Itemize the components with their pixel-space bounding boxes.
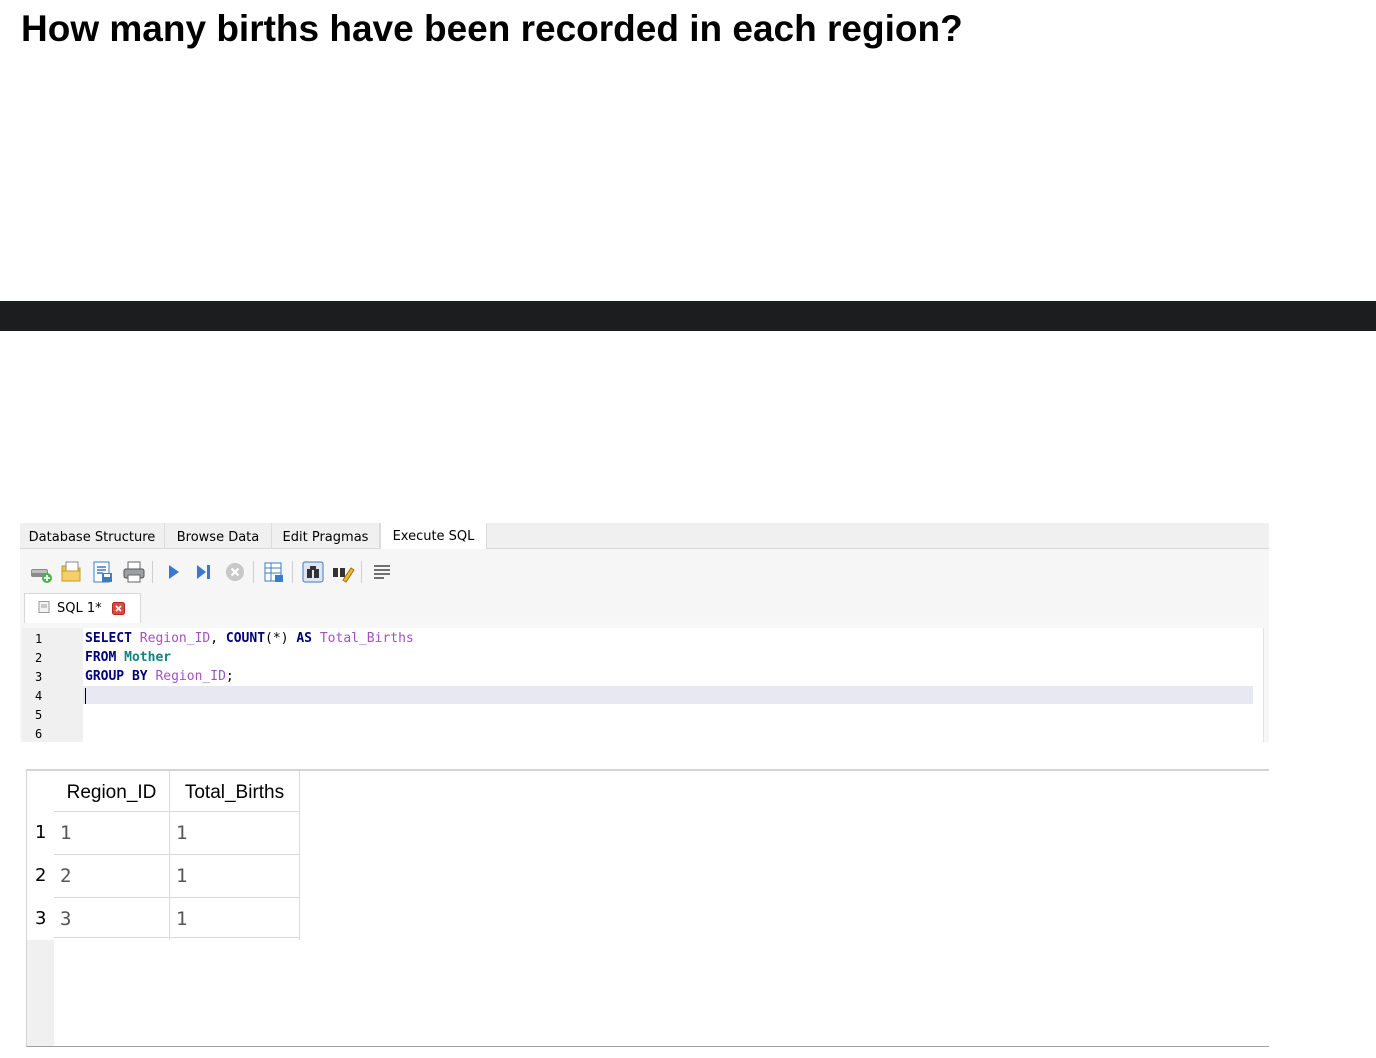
table-cell[interactable]: 1 [170, 854, 300, 897]
sql-editor[interactable]: 1 2 3 4 5 6 SELECT Region_ID, COUNT(*) A… [20, 623, 1269, 742]
toolbar-separator [361, 561, 362, 583]
divider-band [0, 301, 1376, 331]
sql-tab-label: SQL 1* [57, 601, 102, 616]
code-token: SELECT [85, 631, 132, 646]
code-line: SELECT Region_ID, COUNT(*) AS Total_Birt… [85, 630, 414, 648]
code-token: ; [225, 669, 234, 684]
open-tab-icon[interactable] [29, 560, 53, 584]
tab-database-structure[interactable]: Database Structure [20, 523, 165, 549]
line-number: 1 [35, 632, 43, 646]
table-cell[interactable]: 1 [54, 811, 170, 854]
line-number: 2 [35, 651, 43, 665]
execute-current-line-icon[interactable] [192, 560, 216, 584]
comment-icon[interactable] [370, 560, 394, 584]
sql-toolbar [20, 549, 1269, 593]
code-token: Total_Births [319, 631, 414, 646]
save-sql-file-icon[interactable] [91, 560, 115, 584]
text-caret [85, 688, 86, 704]
line-number: 3 [35, 670, 43, 684]
code-area[interactable]: SELECT Region_ID, COUNT(*) AS Total_Birt… [83, 628, 1264, 742]
line-number: 4 [35, 689, 43, 703]
line-number: 6 [35, 727, 43, 741]
code-line: GROUP BY Region_ID; [85, 668, 234, 686]
code-token: Region_ID [155, 669, 226, 684]
table-cell[interactable]: 1 [170, 811, 300, 854]
current-line-highlight [83, 686, 1253, 704]
code-token: FROM [85, 650, 117, 665]
grid-bottom-border [54, 937, 300, 938]
results-grid[interactable]: 1 2 3 Region_ID Total_Births 1 1 2 1 3 1 [26, 769, 1269, 1047]
code-token: Region_ID [139, 631, 211, 646]
table-cell[interactable]: 3 [54, 897, 170, 940]
code-token: (*) [265, 631, 297, 646]
question-title: How many births have been recorded in ea… [21, 8, 963, 49]
toolbar-separator [253, 561, 254, 583]
code-token: AS [296, 631, 313, 646]
main-tab-bar: Database Structure Browse Data Edit Prag… [20, 523, 1269, 550]
column-header-region-id[interactable]: Region_ID [54, 771, 170, 811]
row-header[interactable]: 1 [27, 811, 54, 854]
toolbar-separator [292, 561, 293, 583]
sql-file-icon [38, 601, 50, 613]
code-token: COUNT [225, 631, 266, 646]
save-results-icon[interactable] [262, 560, 286, 584]
corner-header [27, 771, 54, 811]
line-number: 5 [35, 708, 43, 722]
stop-execution-icon[interactable] [223, 560, 247, 584]
column-header-total-births[interactable]: Total_Births [170, 771, 300, 811]
row-header-column: 1 2 3 [27, 771, 54, 1046]
code-token: Mother [124, 650, 172, 665]
find-icon[interactable] [301, 560, 325, 584]
code-token: , [210, 631, 226, 646]
tab-edit-pragmas[interactable]: Edit Pragmas [272, 523, 380, 549]
toolbar-separator [152, 561, 153, 583]
print-icon[interactable] [122, 560, 146, 584]
code-line: FROM Mother [85, 649, 171, 667]
open-sql-file-icon[interactable] [59, 560, 83, 584]
sql-tab-strip: SQL 1* [20, 593, 1269, 623]
row-header[interactable]: 2 [27, 854, 54, 897]
execute-all-icon[interactable] [162, 560, 186, 584]
table-cell[interactable]: 2 [54, 854, 170, 897]
table-cell[interactable]: 1 [170, 897, 300, 940]
find-replace-icon[interactable] [331, 560, 355, 584]
tab-browse-data[interactable]: Browse Data [165, 523, 272, 549]
tab-execute-sql[interactable]: Execute SQL [380, 523, 487, 550]
close-tab-icon[interactable] [112, 602, 125, 615]
line-number-gutter: 1 2 3 4 5 6 [22, 628, 83, 742]
code-token: GROUP BY [85, 669, 148, 684]
sql-tab[interactable]: SQL 1* [24, 593, 141, 623]
row-header[interactable]: 3 [27, 897, 54, 940]
